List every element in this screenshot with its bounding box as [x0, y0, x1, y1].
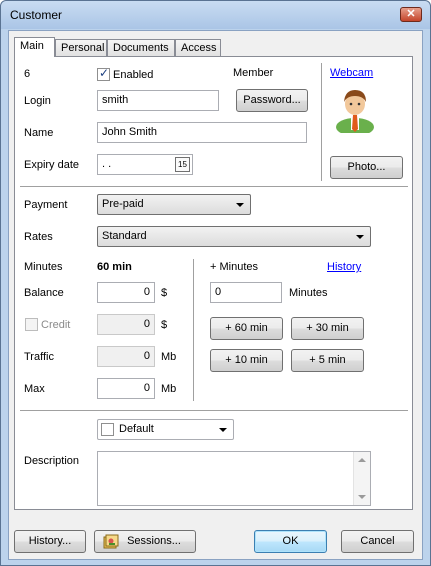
max-unit: Mb — [161, 383, 177, 395]
credit-input: 0 — [97, 314, 155, 335]
dialog-client: Main Personal Documents Access 6 Enabled… — [8, 30, 423, 560]
description-textarea[interactable] — [97, 451, 371, 506]
balance-input[interactable]: 0 — [97, 282, 155, 303]
chevron-down-icon — [219, 428, 227, 432]
name-label: Name — [24, 127, 54, 139]
minutes-value: 60 min — [97, 261, 132, 273]
expiry-date-value: . . — [102, 158, 112, 170]
customer-id: 6 — [24, 68, 31, 80]
tab-documents[interactable]: Documents — [107, 39, 175, 56]
scroll-down-icon[interactable] — [358, 495, 366, 499]
add-5-min-button[interactable]: + 5 min — [291, 349, 364, 372]
traffic-label: Traffic — [24, 351, 54, 363]
chevron-down-icon — [356, 235, 364, 239]
password-button[interactable]: Password... — [236, 89, 308, 112]
column-separator — [193, 259, 195, 401]
photo-button[interactable]: Photo... — [330, 156, 403, 179]
member-label: Member — [233, 67, 274, 79]
sessions-button[interactable]: Sessions... — [94, 530, 196, 553]
add-30-min-button[interactable]: + 30 min — [291, 317, 364, 340]
description-label: Description — [24, 455, 80, 467]
expiry-date-picker[interactable]: . . 15 — [97, 154, 193, 175]
title-bar[interactable]: Customer ✕ — [1, 1, 430, 29]
history-button[interactable]: History... — [14, 530, 86, 553]
close-icon: ✕ — [406, 8, 416, 20]
credit-unit: $ — [161, 319, 168, 331]
rates-value: Standard — [102, 230, 147, 242]
balance-label: Balance — [24, 287, 64, 299]
tab-personal[interactable]: Personal — [55, 39, 107, 56]
group-select[interactable]: Default — [97, 419, 234, 440]
add-minutes-input[interactable]: 0 — [210, 282, 282, 303]
max-label: Max — [24, 383, 45, 395]
chevron-down-icon — [236, 203, 244, 207]
bottom-separator — [20, 410, 408, 412]
top-separator — [20, 186, 408, 188]
add-10-min-button[interactable]: + 10 min — [210, 349, 283, 372]
minutes-label: Minutes — [24, 261, 63, 273]
enabled-checkbox[interactable] — [97, 66, 110, 81]
cancel-button[interactable]: Cancel — [341, 530, 414, 553]
photo-separator — [321, 63, 323, 181]
rates-label: Rates — [24, 231, 53, 243]
credit-checkbox[interactable] — [25, 318, 38, 331]
name-input[interactable]: John Smith — [97, 122, 307, 143]
sessions-label: Sessions... — [127, 535, 181, 547]
webcam-link[interactable]: Webcam — [330, 67, 373, 79]
balance-unit: $ — [161, 287, 168, 299]
window-title: Customer — [10, 8, 63, 22]
main-tab-panel: 6 Enabled Member Webcam Login smith Pass… — [14, 56, 413, 510]
login-input[interactable]: smith — [97, 90, 219, 111]
calendar-icon[interactable]: 15 — [175, 157, 190, 172]
payment-value: Pre-paid — [102, 198, 144, 210]
max-input[interactable]: 0 — [97, 378, 155, 399]
traffic-unit: Mb — [161, 351, 177, 363]
tab-access[interactable]: Access — [175, 39, 221, 56]
rates-select[interactable]: Standard — [97, 226, 371, 247]
sessions-icon — [103, 534, 119, 549]
description-scrollbar[interactable] — [353, 452, 370, 505]
payment-select[interactable]: Pre-paid — [97, 194, 251, 215]
traffic-input: 0 — [97, 346, 155, 367]
add-60-min-button[interactable]: + 60 min — [210, 317, 283, 340]
expiry-date-label: Expiry date — [24, 159, 80, 171]
login-label: Login — [24, 95, 51, 107]
group-value: Default — [119, 423, 154, 435]
avatar-icon — [336, 90, 374, 133]
customer-window: Customer ✕ Main Personal Documents Acces… — [0, 0, 431, 566]
scroll-up-icon[interactable] — [358, 458, 366, 462]
plus-minutes-label: + Minutes — [210, 261, 258, 273]
group-color-swatch — [101, 423, 114, 436]
close-button[interactable]: ✕ — [400, 7, 422, 22]
add-minutes-unit: Minutes — [289, 287, 328, 299]
payment-label: Payment — [24, 199, 68, 211]
tab-main[interactable]: Main — [14, 37, 55, 57]
credit-label: Credit — [41, 319, 71, 331]
ok-button[interactable]: OK — [254, 530, 327, 553]
history-link[interactable]: History — [327, 261, 361, 273]
enabled-label: Enabled — [113, 69, 154, 81]
